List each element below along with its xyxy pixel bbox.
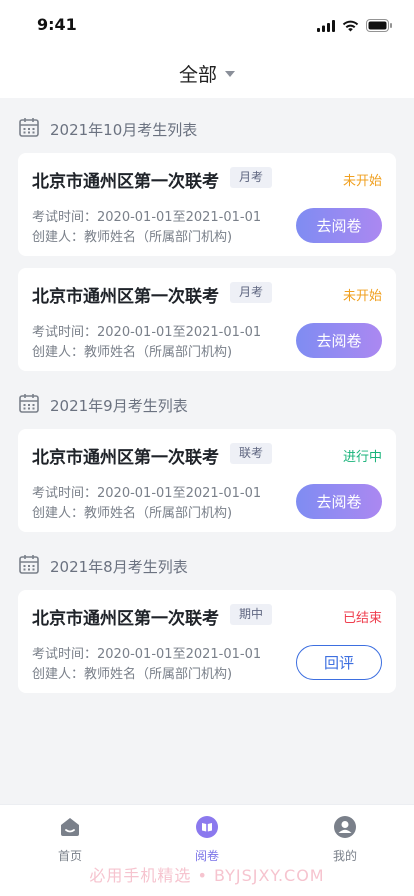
group-title: 2021年9月考生列表 [50, 396, 188, 415]
battery-icon [366, 17, 393, 36]
status-icons [317, 17, 393, 36]
exam-type-tag: 月考 [230, 167, 273, 188]
exam-creator: 创建人：教师姓名（所属部门机构) [32, 506, 233, 521]
tab-profile[interactable]: 我的 [305, 815, 385, 865]
exam-type-tag: 期中 [230, 604, 273, 625]
grading-book-icon [195, 815, 219, 843]
group-header: 2021年10月考生列表 [18, 118, 197, 140]
tab-home[interactable]: 首页 [30, 815, 110, 865]
exam-type-tag: 联考 [230, 443, 273, 464]
exam-creator: 创建人：教师姓名（所属部门机构) [32, 345, 233, 360]
exam-status: 未开始 [342, 289, 382, 304]
status-time: 9:41 [37, 15, 77, 34]
profile-icon [333, 815, 357, 843]
caret-down-icon [225, 71, 235, 77]
exam-time: 考试时间：2020-01-01至2021-01-01 [32, 486, 262, 501]
group-header: 2021年9月考生列表 [18, 394, 188, 416]
group-title: 2021年10月考生列表 [50, 120, 198, 139]
exam-title: 北京市通州区第一次联考 [32, 448, 219, 468]
exam-type-tag: 月考 [230, 282, 273, 303]
calendar-icon [18, 392, 40, 418]
status-bar: 9:41 [0, 0, 414, 50]
exam-card[interactable]: 北京市通州区第一次联考 联考 进行中 考试时间：2020-01-01至2021-… [18, 429, 396, 532]
exam-card[interactable]: 北京市通州区第一次联考 期中 已结束 考试时间：2020-01-01至2021-… [18, 590, 396, 693]
cellular-signal-icon [317, 17, 335, 36]
exam-title: 北京市通州区第一次联考 [32, 609, 219, 629]
watermark: 必用手机精选 • BYJSJXY.COM [89, 866, 325, 885]
exam-card[interactable]: 北京市通州区第一次联考 月考 未开始 考试时间：2020-01-01至2021-… [18, 153, 396, 256]
home-icon [58, 815, 82, 843]
tab-grading[interactable]: 阅卷 [167, 815, 247, 865]
review-button[interactable]: 回评 [296, 645, 382, 680]
calendar-icon [18, 116, 40, 142]
exam-time: 考试时间：2020-01-01至2021-01-01 [32, 325, 262, 340]
page-title: 全部 [178, 63, 217, 86]
go-grade-button[interactable]: 去阅卷 [296, 208, 382, 243]
group-title: 2021年8月考生列表 [50, 557, 188, 576]
exam-title: 北京市通州区第一次联考 [32, 172, 219, 192]
exam-status: 已结束 [342, 611, 382, 626]
top-bar: 9:41 全部 [0, 0, 414, 98]
wifi-icon [342, 17, 359, 36]
exam-card[interactable]: 北京市通州区第一次联考 月考 未开始 考试时间：2020-01-01至2021-… [18, 268, 396, 371]
filter-dropdown[interactable]: 全部 [0, 58, 414, 88]
exam-creator: 创建人：教师姓名（所属部门机构) [32, 230, 233, 245]
group-header: 2021年8月考生列表 [18, 555, 188, 577]
go-grade-button[interactable]: 去阅卷 [296, 484, 382, 519]
calendar-icon [18, 553, 40, 579]
exam-status: 进行中 [342, 450, 382, 465]
exam-creator: 创建人：教师姓名（所属部门机构) [32, 667, 233, 682]
exam-status: 未开始 [342, 174, 382, 189]
exam-time: 考试时间：2020-01-01至2021-01-01 [32, 210, 262, 225]
go-grade-button[interactable]: 去阅卷 [296, 323, 382, 358]
exam-title: 北京市通州区第一次联考 [32, 287, 219, 307]
exam-time: 考试时间：2020-01-01至2021-01-01 [32, 647, 262, 662]
